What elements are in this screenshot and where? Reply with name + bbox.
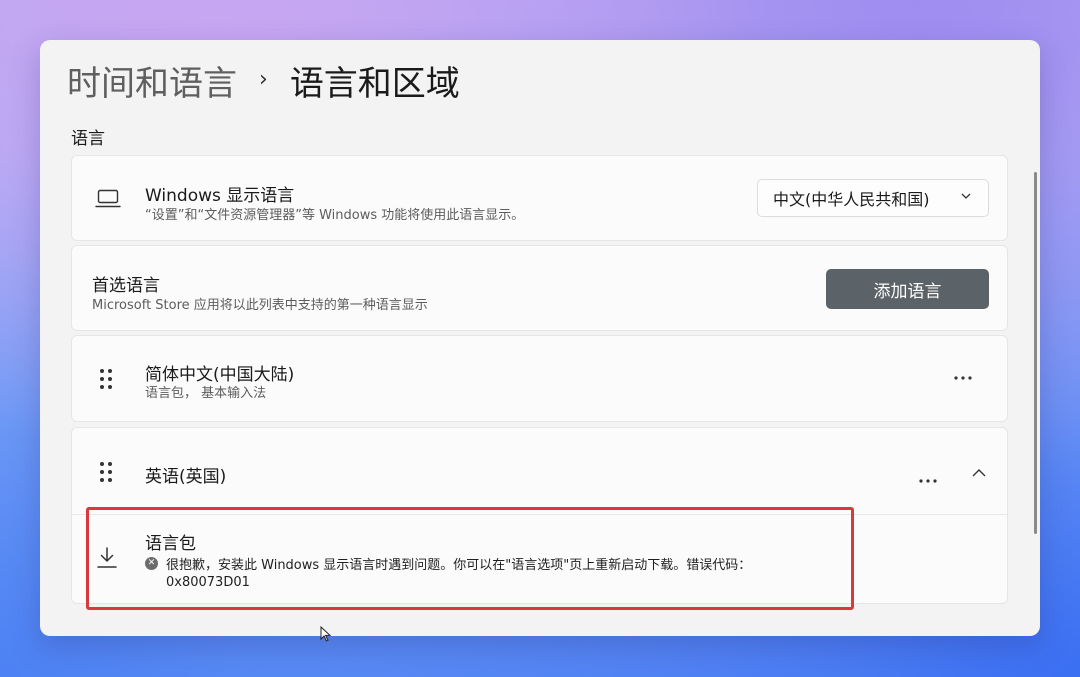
display-language-selected: 中文(中华人民共和国) xyxy=(773,190,930,209)
page-title: 语言和区域 xyxy=(289,64,460,104)
language-item-zh-cn[interactable]: 简体中文(中国大陆) 语言包， 基本输入法 xyxy=(71,335,1008,422)
scrollbar[interactable] xyxy=(1034,172,1037,534)
mouse-cursor-icon xyxy=(320,625,332,646)
drag-handle-icon[interactable] xyxy=(99,369,113,391)
chevron-down-icon xyxy=(960,190,972,206)
display-language-dropdown[interactable]: 中文(中华人民共和国) xyxy=(757,179,989,217)
section-label-language: 语言 xyxy=(71,129,105,149)
display-language-title: Windows 显示语言 xyxy=(145,186,295,206)
drag-handle-icon[interactable] xyxy=(99,462,113,484)
preferred-languages-description: Microsoft Store 应用将以此列表中支持的第一种语言显示 xyxy=(92,298,428,313)
more-icon[interactable] xyxy=(919,469,937,488)
breadcrumb: 时间和语言 › 语言和区域 xyxy=(67,56,460,105)
display-language-card: Windows 显示语言 “设置”和“文件资源管理器”等 Windows 功能将… xyxy=(71,155,1008,241)
laptop-icon xyxy=(95,188,121,214)
preferred-languages-title: 首选语言 xyxy=(92,276,160,296)
more-icon[interactable] xyxy=(954,366,972,385)
error-highlight-box xyxy=(86,507,854,610)
breadcrumb-separator: › xyxy=(259,67,268,92)
language-features: 语言包， 基本输入法 xyxy=(145,386,267,401)
add-language-button[interactable]: 添加语言 xyxy=(826,269,989,309)
chevron-up-icon[interactable] xyxy=(971,464,987,483)
language-name: 英语(英国) xyxy=(145,467,227,487)
breadcrumb-parent[interactable]: 时间和语言 xyxy=(67,56,237,105)
preferred-languages-card: 首选语言 Microsoft Store 应用将以此列表中支持的第一种语言显示 … xyxy=(71,245,1008,331)
display-language-description: “设置”和“文件资源管理器”等 Windows 功能将使用此语言显示。 xyxy=(145,208,525,223)
